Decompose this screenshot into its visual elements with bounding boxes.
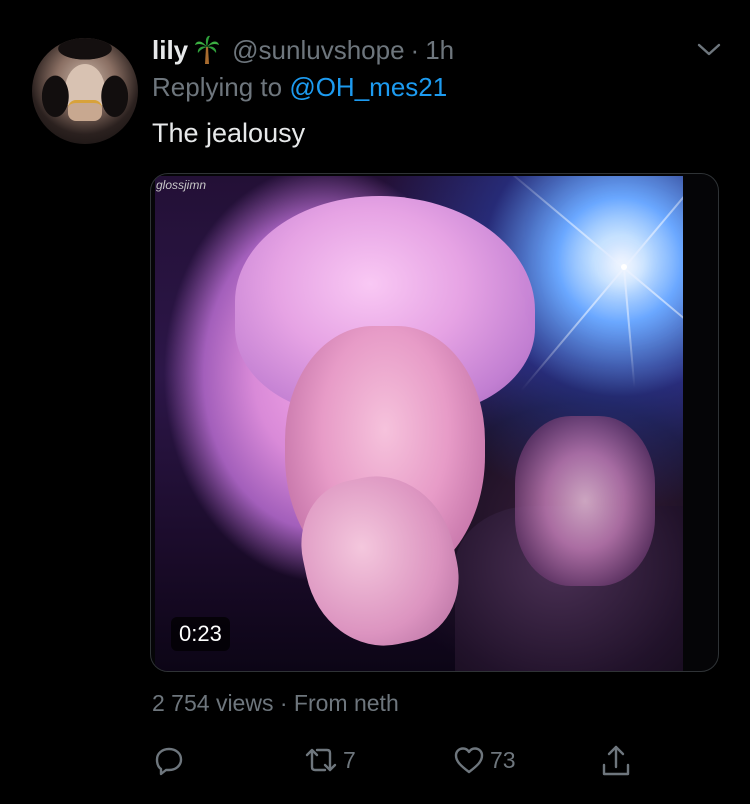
retweet-button[interactable]: 7 — [303, 743, 356, 777]
like-button[interactable]: 73 — [452, 743, 516, 777]
share-icon — [599, 743, 633, 779]
tweet-time[interactable]: 1h — [425, 35, 454, 66]
tweet-meta: 2 754 views · From neth — [152, 690, 399, 717]
video-watermark: glossjimn — [156, 178, 207, 192]
light-ray — [520, 267, 625, 392]
source-label: From neth — [293, 690, 399, 716]
light-ray — [623, 267, 636, 388]
display-name[interactable]: lily — [152, 35, 188, 66]
view-count: 2 754 views — [152, 690, 274, 716]
retweet-icon — [303, 743, 339, 777]
share-button[interactable] — [599, 743, 633, 779]
reply-icon — [152, 743, 186, 777]
avatar-hair — [32, 38, 138, 144]
video-thumbnail — [155, 176, 683, 671]
light-ray — [500, 176, 625, 269]
like-count: 73 — [490, 746, 516, 773]
stage-light-flare — [621, 264, 627, 270]
video-player[interactable] — [150, 173, 719, 672]
user-handle[interactable]: @sunluvshope — [232, 35, 404, 66]
avatar[interactable] — [32, 38, 138, 144]
heart-icon — [452, 743, 486, 777]
palm-tree-icon — [194, 35, 220, 65]
tweet-header: lily @sunluvshope · 1h — [152, 30, 454, 70]
reply-button[interactable] — [152, 743, 186, 777]
replying-to-label: Replying to — [152, 72, 283, 102]
video-sparkle-shape — [515, 416, 655, 586]
meta-separator: · — [279, 690, 288, 716]
header-separator: · — [410, 34, 420, 65]
replying-to: Replying to @OH_mes21 — [152, 72, 447, 103]
retweet-count: 7 — [343, 746, 356, 773]
chevron-down-icon[interactable] — [692, 32, 726, 66]
replying-to-mention[interactable]: @OH_mes21 — [289, 72, 447, 102]
avatar-hand — [68, 100, 102, 121]
light-ray — [623, 176, 683, 269]
tweet-text: The jealousy — [152, 118, 306, 148]
video-duration-badge: 0:23 — [171, 617, 230, 651]
